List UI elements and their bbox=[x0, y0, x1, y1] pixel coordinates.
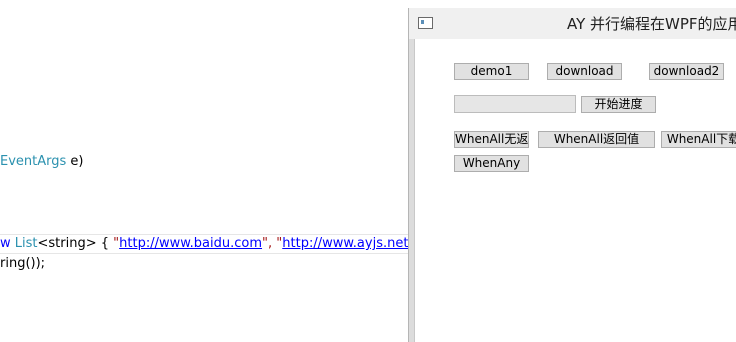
window-left-border bbox=[408, 8, 409, 342]
code-line-tostring: ring()); bbox=[0, 255, 45, 273]
code-line-event-args: EventArgs e) bbox=[0, 153, 83, 171]
code-url-link[interactable]: http://www.baidu.com bbox=[119, 236, 262, 251]
wpf-app-window: AY 并行编程在WPF的应用 demo1 download download2 … bbox=[408, 8, 736, 342]
code-line-url-list: w List<string> { "http://www.baidu.com",… bbox=[0, 234, 408, 254]
window-app-icon[interactable] bbox=[418, 17, 433, 29]
download2-button[interactable]: download2 bbox=[649, 63, 724, 80]
progress-bar bbox=[454, 95, 576, 113]
whenall-return-value-button[interactable]: WhenAll返回值 bbox=[538, 131, 655, 148]
demo1-button[interactable]: demo1 bbox=[454, 63, 529, 80]
code-text-token: e) bbox=[66, 154, 84, 169]
download-button[interactable]: download bbox=[547, 63, 622, 80]
window-titlebar[interactable]: AY 并行编程在WPF的应用 bbox=[409, 8, 736, 39]
whenall-download-button[interactable]: WhenAll下载 bbox=[661, 131, 736, 148]
window-title: AY 并行编程在WPF的应用 bbox=[567, 15, 736, 33]
code-editor[interactable]: EventArgs e) w List<string> { "http://ww… bbox=[0, 0, 408, 342]
whenany-button[interactable]: WhenAny bbox=[454, 155, 529, 172]
code-keyword-token: w bbox=[0, 236, 11, 251]
code-string-quote: ", " bbox=[262, 236, 283, 251]
code-url-link[interactable]: http://www.ayjs.net/ind bbox=[282, 236, 408, 251]
code-text-token: ring()); bbox=[0, 256, 46, 271]
code-text-token: <string> { bbox=[37, 236, 114, 251]
whenall-no-return-button[interactable]: WhenAll无返 bbox=[454, 131, 529, 148]
start-progress-button[interactable]: 开始进度 bbox=[581, 96, 656, 113]
window-client-area: demo1 download download2 开始进度 WhenAll无返 … bbox=[414, 39, 736, 342]
code-type-token: EventArgs bbox=[0, 154, 67, 169]
code-type-token: List bbox=[14, 236, 38, 251]
